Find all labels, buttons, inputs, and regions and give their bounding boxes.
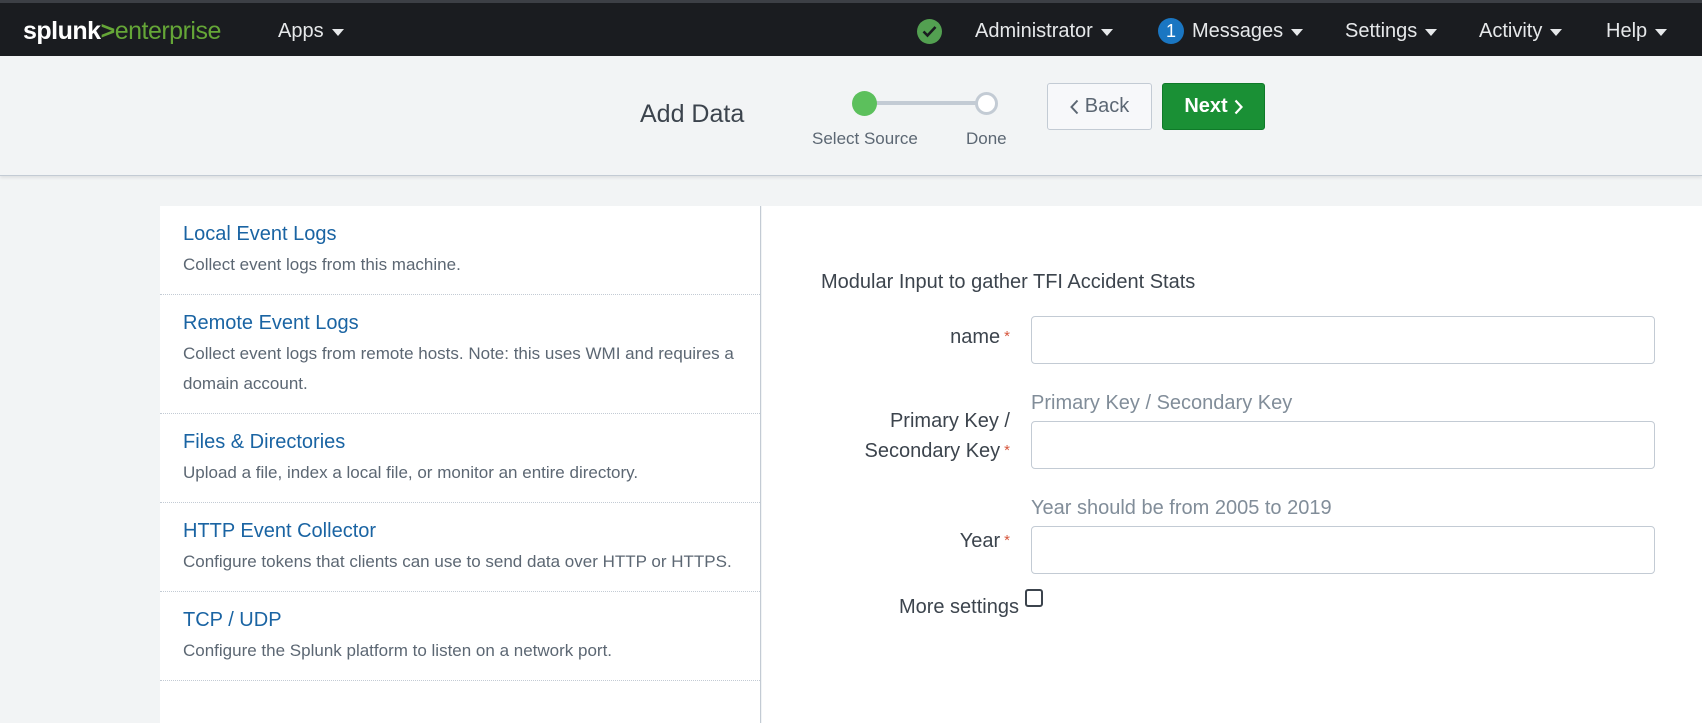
add-data-header: Add Data Select Source Done Back Next — [0, 56, 1702, 176]
chevron-down-icon — [1291, 28, 1304, 36]
check-circle-icon[interactable] — [917, 19, 942, 44]
help-menu[interactable]: Help — [1606, 20, 1668, 43]
more-settings-checkbox[interactable] — [1025, 589, 1043, 607]
chevron-down-icon — [1425, 29, 1438, 36]
back-button-label: Back — [1084, 95, 1130, 117]
next-button[interactable]: Next — [1162, 83, 1265, 130]
apps-menu[interactable]: Apps — [278, 20, 344, 43]
name-input[interactable] — [1031, 316, 1655, 364]
help-menu-label: Help — [1606, 20, 1648, 42]
source-description: Collect event logs from remote hosts. No… — [183, 344, 734, 393]
apps-menu-label: Apps — [278, 20, 324, 42]
settings-menu-label: Settings — [1345, 20, 1418, 42]
source-description: Configure the Splunk platform to listen … — [183, 641, 613, 660]
source-title[interactable]: Local Event Logs — [183, 223, 738, 246]
administrator-menu[interactable]: Administrator — [975, 20, 1113, 43]
back-button[interactable]: Back — [1047, 83, 1152, 130]
splunk-logo[interactable]: splunk>enterprise — [23, 17, 221, 46]
step-done-dot — [975, 92, 998, 115]
next-button-label: Next — [1184, 95, 1228, 117]
chevron-down-icon — [331, 29, 344, 36]
source-title[interactable]: HTTP Event Collector — [183, 520, 738, 543]
source-item-remote-event-logs[interactable]: Remote Event Logs Collect event logs fro… — [160, 295, 760, 414]
source-title[interactable]: Remote Event Logs — [183, 312, 738, 335]
step-select-source-dot — [852, 91, 877, 116]
messages-menu[interactable]: 1 Messages — [1158, 18, 1304, 44]
chevron-right-icon — [1234, 99, 1243, 114]
required-marker: * — [1004, 328, 1010, 345]
chevron-left-icon — [1069, 99, 1079, 114]
administrator-menu-label: Administrator — [975, 20, 1093, 42]
required-marker: * — [1004, 442, 1010, 459]
source-title[interactable]: TCP / UDP — [183, 609, 738, 632]
step-select-source-label: Select Source — [812, 129, 918, 148]
primary-key-help-text: Primary Key / Secondary Key — [1031, 392, 1293, 414]
source-item-http-event-collector[interactable]: HTTP Event Collector Configure tokens th… — [160, 503, 760, 592]
source-description: Collect event logs from this machine. — [183, 255, 461, 274]
modular-input-form: Modular Input to gather TFI Accident Sta… — [762, 206, 1702, 723]
messages-menu-label: Messages — [1192, 19, 1284, 42]
more-settings-label: More settings — [898, 596, 1019, 618]
source-description: Upload a file, index a local file, or mo… — [183, 463, 639, 482]
source-item-tcp-udp[interactable]: TCP / UDP Configure the Splunk platform … — [160, 592, 760, 681]
year-input[interactable] — [1031, 526, 1655, 574]
step-progress-line — [875, 101, 985, 105]
top-navigation-bar: splunk>enterprise Apps Administrator 1 M… — [0, 0, 1702, 56]
primary-key-input[interactable] — [1031, 421, 1655, 469]
form-title: Modular Input to gather TFI Accident Sta… — [821, 271, 1196, 293]
primary-key-label-line2: Secondary Key — [864, 440, 1001, 462]
required-marker: * — [1004, 532, 1010, 549]
chevron-down-icon — [1100, 29, 1113, 36]
settings-menu[interactable]: Settings — [1345, 20, 1438, 43]
step-done-label: Done — [966, 129, 1007, 148]
data-source-list: Local Event Logs Collect event logs from… — [160, 206, 761, 723]
primary-key-label-line1: Primary Key / — [889, 410, 1010, 432]
year-help-text: Year should be from 2005 to 2019 — [1031, 497, 1332, 519]
activity-menu-label: Activity — [1479, 20, 1543, 42]
page-title: Add Data — [640, 100, 745, 128]
name-label-text: name — [950, 326, 1001, 348]
source-item-files-directories[interactable]: Files & Directories Upload a file, index… — [160, 414, 760, 503]
source-description: Configure tokens that clients can use to… — [183, 552, 732, 571]
chevron-down-icon — [1655, 29, 1668, 36]
source-title[interactable]: Files & Directories — [183, 431, 738, 454]
activity-menu[interactable]: Activity — [1479, 20, 1563, 43]
messages-count-badge: 1 — [1158, 18, 1184, 44]
chevron-down-icon — [1550, 29, 1563, 36]
year-label-text: Year — [959, 530, 1001, 552]
source-item-local-event-logs[interactable]: Local Event Logs Collect event logs from… — [160, 206, 760, 295]
